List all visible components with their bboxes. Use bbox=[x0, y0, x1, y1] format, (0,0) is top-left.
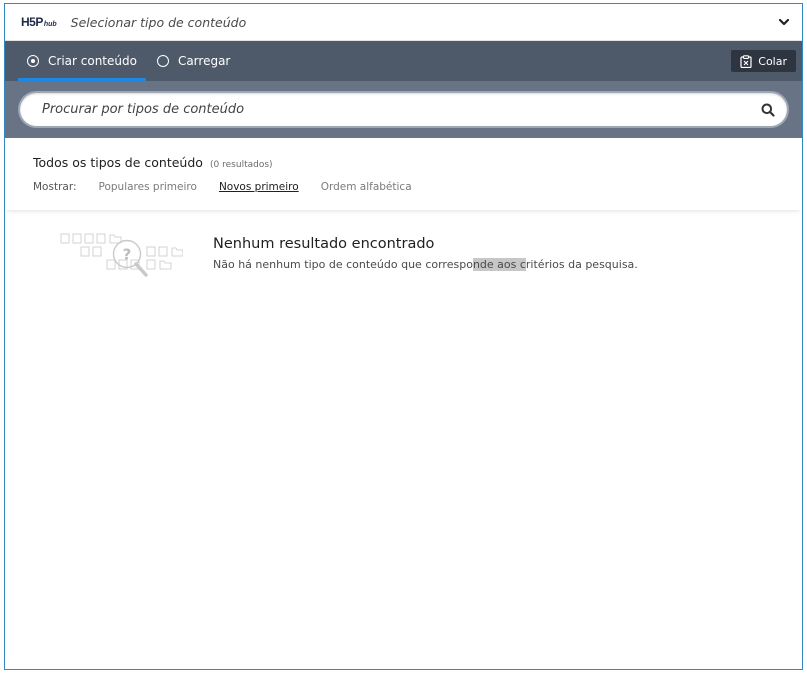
empty-desc-part-1: Não há nenhum tipo de conteúdo que corre… bbox=[213, 258, 473, 271]
results-title-row: Todos os tipos de conteúdo (0 resultados… bbox=[33, 152, 786, 171]
logo-sub-text: hub bbox=[43, 21, 57, 28]
paste-button[interactable]: Colar bbox=[731, 50, 796, 72]
empty-desc-part-2: ritérios da pesquisa. bbox=[525, 258, 638, 271]
clipboard-icon bbox=[740, 54, 752, 68]
tab-upload-label: Carregar bbox=[177, 54, 231, 68]
search-box[interactable] bbox=[20, 93, 787, 126]
sort-newest-first[interactable]: Novos primeiro bbox=[219, 181, 299, 193]
radio-unselected-icon bbox=[156, 55, 169, 67]
results-count: (0 resultados) bbox=[210, 160, 273, 170]
selector-title: Selecionar tipo de conteúdo bbox=[70, 14, 247, 30]
sort-alphabetical[interactable]: Ordem alfabética bbox=[321, 181, 412, 193]
empty-desc-selection: nde aos c bbox=[472, 258, 526, 271]
tab-upload[interactable]: Carregar bbox=[148, 41, 239, 81]
mode-tabs: Criar conteúdo Carregar Colar bbox=[5, 41, 802, 81]
search-area bbox=[5, 81, 802, 138]
radio-selected-icon bbox=[27, 55, 39, 67]
search-icon[interactable] bbox=[761, 103, 775, 117]
results-title: Todos os tipos de conteúdo bbox=[33, 155, 203, 170]
results-header: Todos os tipos de conteúdo (0 resultados… bbox=[5, 138, 802, 210]
sort-options: Mostrar: Populares primeiro Novos primei… bbox=[33, 181, 786, 193]
svg-text:?: ? bbox=[123, 246, 132, 264]
logo-main-text: H5P bbox=[21, 15, 43, 29]
content-type-selector: H5P hub Selecionar tipo de conteúdo Cria… bbox=[4, 3, 803, 670]
empty-state-description: Não há nenhum tipo de conteúdo que corre… bbox=[213, 258, 638, 271]
tab-create-content-label: Criar conteúdo bbox=[48, 54, 137, 68]
chevron-down-icon[interactable] bbox=[778, 16, 790, 28]
tab-create-content[interactable]: Criar conteúdo bbox=[18, 41, 146, 81]
paste-button-label: Colar bbox=[758, 54, 787, 68]
no-results-illustration: ? bbox=[60, 233, 183, 277]
sort-popular-first[interactable]: Populares primeiro bbox=[99, 181, 197, 193]
selector-header[interactable]: H5P hub Selecionar tipo de conteúdo bbox=[5, 4, 802, 41]
h5p-hub-logo: H5P hub bbox=[21, 15, 57, 29]
empty-state: ? Nenhum resultado encontrado Não há nen… bbox=[5, 210, 802, 330]
empty-state-title: Nenhum resultado encontrado bbox=[213, 236, 435, 252]
show-label: Mostrar: bbox=[33, 181, 77, 193]
search-input[interactable] bbox=[40, 101, 761, 118]
empty-state-text: Nenhum resultado encontrado Não há nenhu… bbox=[213, 236, 638, 271]
